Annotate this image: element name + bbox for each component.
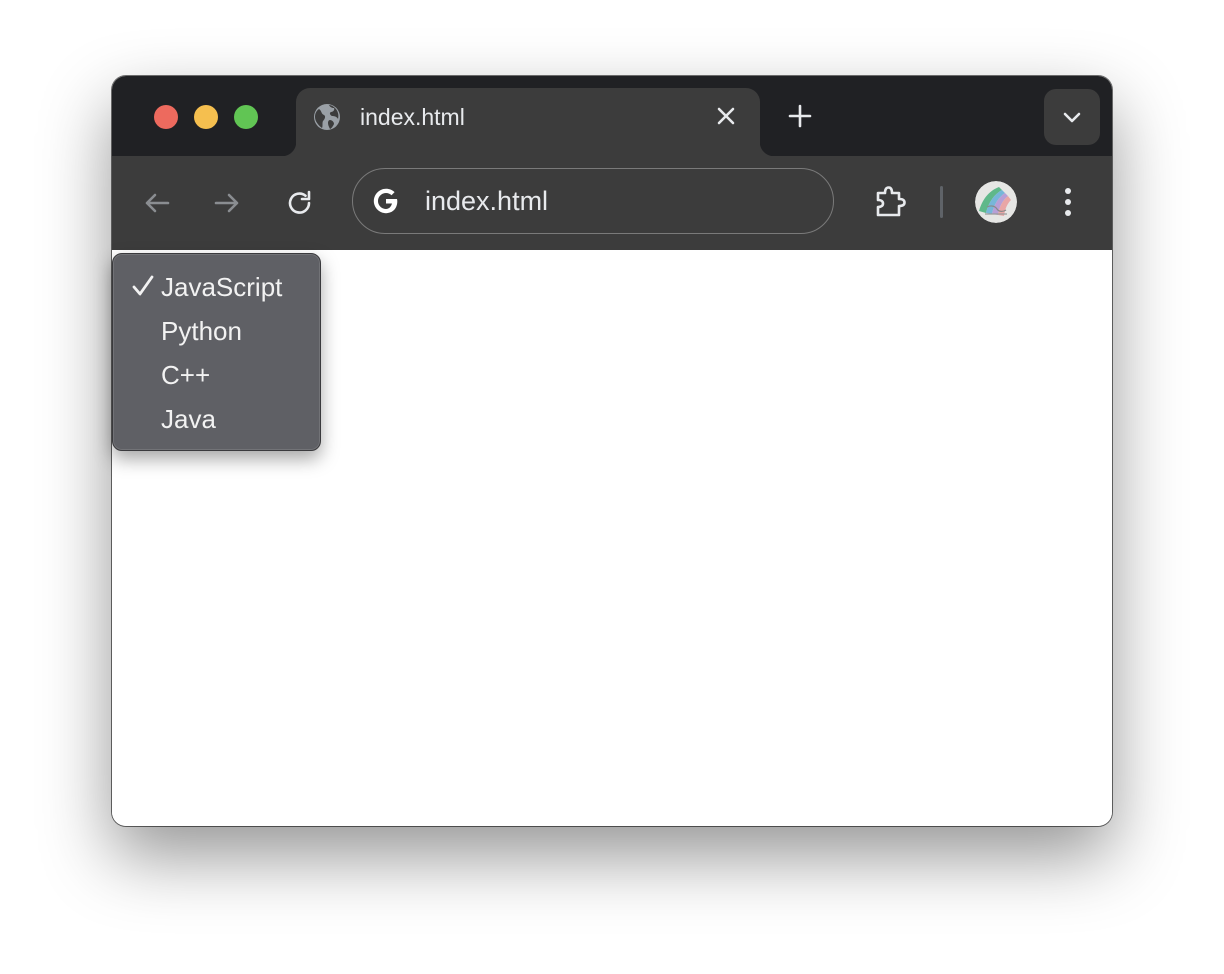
toolbar: index.html: [112, 156, 1112, 250]
dropdown-option-label: Python: [161, 316, 242, 346]
dropdown-option-cpp[interactable]: C++: [117, 353, 316, 397]
forward-button[interactable]: [212, 188, 242, 218]
zoom-window-button[interactable]: [234, 105, 258, 129]
avatar-image: [975, 181, 1017, 223]
dropdown-option-label: JavaScript: [161, 272, 283, 302]
address-bar[interactable]: index.html: [352, 168, 834, 234]
dropdown-option-javascript[interactable]: JavaScript: [117, 265, 316, 309]
dropdown-option-python[interactable]: Python: [117, 309, 316, 353]
profile-avatar[interactable]: [975, 181, 1017, 223]
more-vertical-icon[interactable]: [1056, 184, 1080, 220]
back-button[interactable]: [142, 188, 172, 218]
close-icon[interactable]: [714, 104, 738, 128]
new-tab-button[interactable]: [786, 102, 814, 130]
title-bar: index.html: [112, 76, 1112, 156]
chevron-down-icon: [1063, 112, 1081, 123]
checkmark-icon: [132, 275, 154, 296]
tab-title: index.html: [360, 104, 465, 130]
minimize-window-button[interactable]: [194, 105, 218, 129]
address-bar-url: index.html: [425, 186, 549, 216]
google-g-icon: [373, 188, 398, 214]
globe-icon: [314, 104, 340, 130]
close-window-button[interactable]: [154, 105, 178, 129]
tab-index-html[interactable]: index.html: [282, 88, 774, 156]
language-select-dropdown[interactable]: JavaScript Python C++ Java: [112, 253, 321, 451]
browser-window: index.html index.html: [112, 76, 1112, 826]
dropdown-option-label: Java: [161, 404, 216, 434]
dropdown-option-label: C++: [161, 360, 211, 390]
toolbar-divider: [940, 186, 943, 218]
dropdown-option-java[interactable]: Java: [117, 397, 316, 441]
tab-search-button[interactable]: [1044, 89, 1100, 145]
reload-button[interactable]: [285, 188, 315, 218]
puzzle-icon[interactable]: [872, 184, 908, 220]
